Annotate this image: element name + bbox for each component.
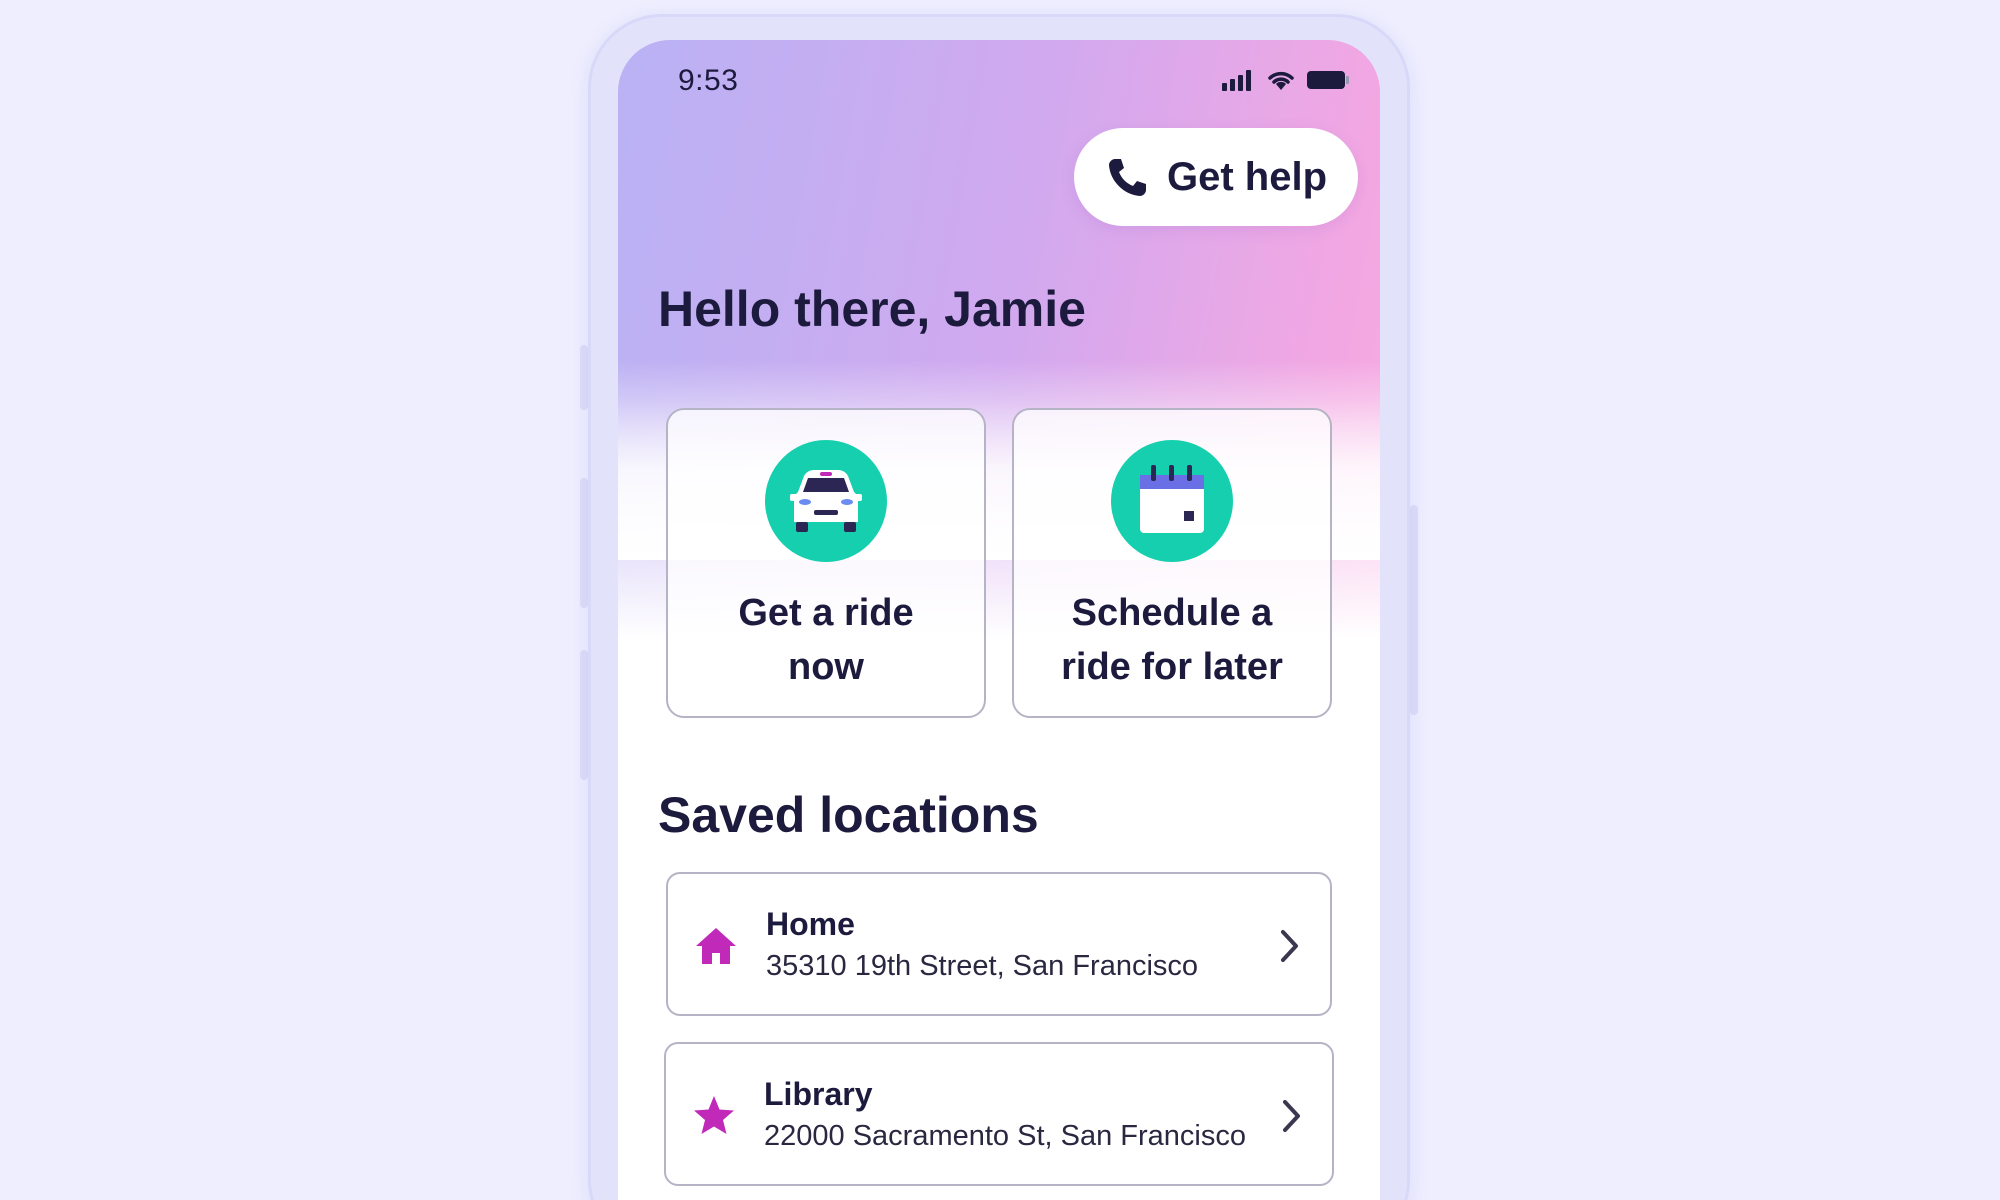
saved-location-home[interactable]: Home 35310 19th Street, San Francisco bbox=[666, 872, 1332, 1016]
location-name: Home bbox=[766, 906, 855, 942]
get-help-button[interactable]: Get help bbox=[1074, 128, 1358, 226]
chevron-right-icon bbox=[1281, 930, 1298, 962]
chevron-right-icon bbox=[1283, 1100, 1300, 1132]
get-ride-now-card[interactable]: Get a ride now bbox=[666, 408, 986, 718]
schedule-ride-card[interactable]: Schedule a ride for later bbox=[1012, 408, 1332, 718]
status-icons bbox=[1222, 68, 1350, 92]
battery-icon bbox=[1307, 71, 1349, 89]
star-icon bbox=[694, 1096, 734, 1134]
location-address: 35310 19th Street, San Francisco bbox=[766, 950, 1199, 982]
status-time: 9:53 bbox=[678, 64, 739, 97]
phone-mute-switch bbox=[580, 345, 588, 410]
get-help-label: Get help bbox=[1166, 154, 1328, 199]
status-bar: 9:53 bbox=[618, 40, 1380, 120]
phone-volume-down bbox=[580, 650, 588, 780]
greeting-heading: Hello there, Jamie bbox=[658, 281, 1086, 337]
schedule-ride-label: Schedule a ride for later bbox=[1061, 592, 1283, 688]
stage: 9:53 Get help Hello there, Jamie Get a r… bbox=[0, 0, 2000, 1200]
phone-screen: 9:53 Get help Hello there, Jamie Get a r… bbox=[618, 40, 1380, 1200]
calendar-icon bbox=[1111, 440, 1233, 562]
get-ride-now-label: Get a ride now bbox=[738, 592, 914, 688]
saved-location-library[interactable]: Library 22000 Sacramento St, San Francis… bbox=[664, 1042, 1334, 1186]
wifi-icon bbox=[1268, 71, 1294, 90]
phone-volume-up bbox=[580, 478, 588, 608]
location-address: 22000 Sacramento St, San Francisco bbox=[764, 1120, 1246, 1152]
home-icon bbox=[696, 928, 736, 964]
phone-icon bbox=[1108, 159, 1146, 196]
location-name: Library bbox=[764, 1076, 873, 1112]
signal-icon bbox=[1222, 70, 1251, 91]
phone-power-button bbox=[1410, 505, 1418, 715]
car-icon bbox=[765, 440, 887, 562]
saved-locations-heading: Saved locations bbox=[658, 787, 1039, 843]
